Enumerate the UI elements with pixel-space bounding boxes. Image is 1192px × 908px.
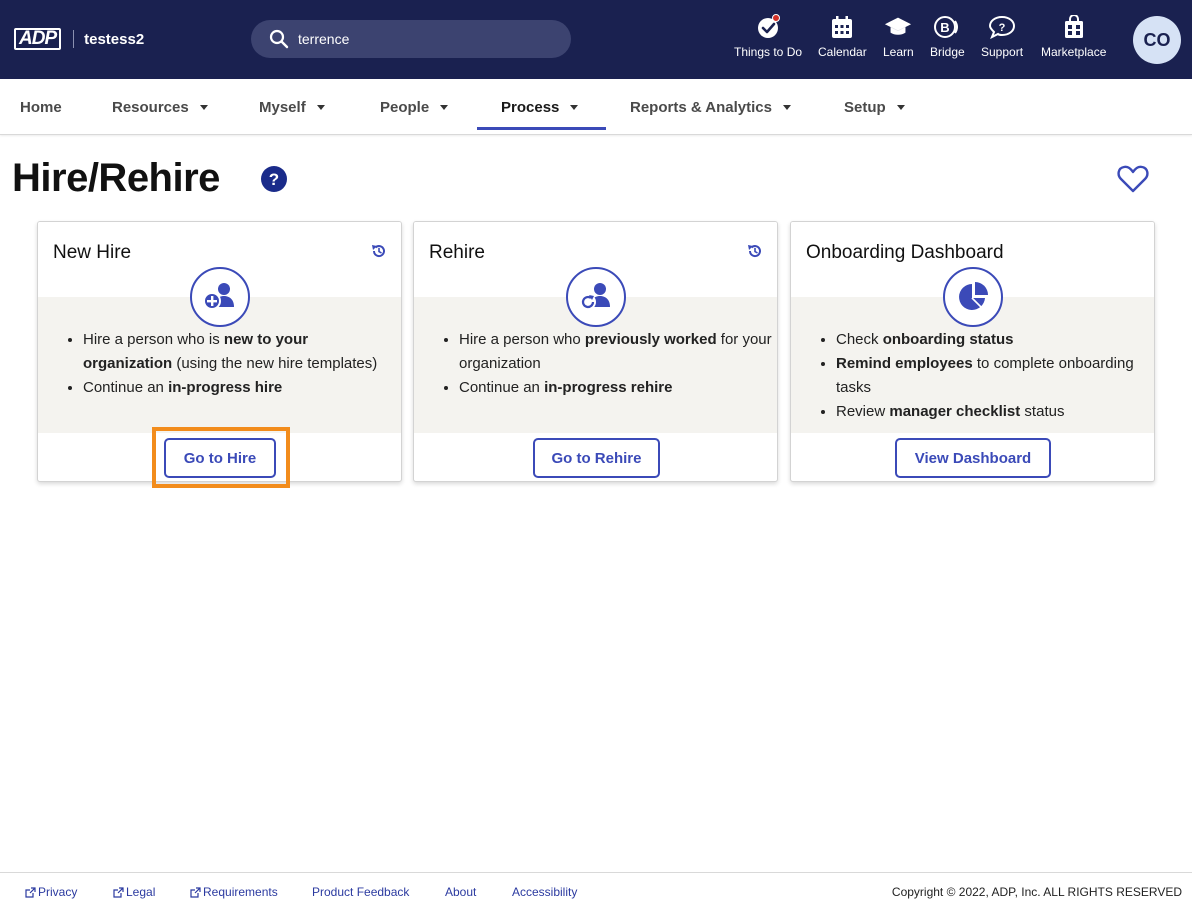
card-onboarding-dashboard: Onboarding Dashboard Check onboarding st… [790,221,1155,482]
footer-link-about[interactable]: About [445,885,476,899]
pie-chart-icon [942,267,1003,327]
tab-resources[interactable]: Resources [112,79,208,135]
caret-down-icon [199,104,208,110]
graduation-cap-icon [884,14,912,40]
card-title: Rehire [429,242,485,263]
svg-text:?: ? [269,170,279,189]
footer-link-privacy[interactable]: Privacy [25,885,77,899]
tab-label: Reports & Analytics [630,98,772,116]
tab-label: Process [501,98,560,116]
active-tab-indicator [477,127,606,130]
tab-label: Resources [112,98,189,116]
calendar-label: Calendar [818,45,867,59]
tab-label: Setup [844,98,886,116]
card-rehire: Rehire Hire a person who previously work… [413,221,778,482]
learn-label: Learn [883,45,914,59]
brand-divider [73,30,75,48]
list-item: Hire a person who previously worked for … [459,328,773,376]
go-to-rehire-button[interactable]: Go to Rehire [533,438,660,478]
svg-text:?: ? [999,22,1006,34]
bridge-icon: B [933,14,961,40]
rehire-person-icon [565,267,626,327]
highlight-box [152,427,290,488]
external-link-icon [25,886,36,898]
card-bullets: Hire a person who previously worked for … [459,328,773,400]
user-avatar[interactable]: CO [1133,16,1181,64]
caret-down-icon [316,104,325,110]
notification-dot [772,14,781,22]
things-to-do-link[interactable]: Things to Do [734,14,802,59]
tab-label: Myself [259,98,306,116]
marketplace-bag-icon [1060,14,1088,40]
svg-text:B: B [941,20,950,35]
chat-question-icon: ? [988,14,1016,40]
copyright-text: Copyright © 2022, ADP, Inc. ALL RIGHTS R… [891,885,1182,899]
list-item: Check onboarding status [836,328,1150,352]
tab-people[interactable]: People [380,79,449,135]
things-to-do-label: Things to Do [734,45,803,59]
caret-down-icon [440,104,449,110]
card-bullets: Check onboarding status Remind employees… [836,328,1150,424]
learn-link[interactable]: Learn [883,14,914,59]
history-icon[interactable] [371,243,387,259]
footer-link-legal[interactable]: Legal [113,885,155,899]
brand[interactable]: ADP testess2 [14,28,144,50]
favorite-heart-icon[interactable] [1117,164,1149,194]
tab-home[interactable]: Home [20,79,62,135]
calendar-link[interactable]: Calendar [818,14,867,59]
tab-myself[interactable]: Myself [259,79,325,135]
history-icon[interactable] [747,243,763,259]
support-label: Support [981,45,1024,59]
company-name: testess2 [84,30,145,48]
footer-link-product-feedback[interactable]: Product Feedback [312,885,409,899]
bridge-label: Bridge [930,45,965,59]
list-item: Continue an in-progress rehire [459,376,773,400]
search-bar[interactable] [251,20,571,58]
support-link[interactable]: ? Support [981,14,1023,59]
bridge-link[interactable]: B Bridge [930,14,965,59]
add-person-icon [189,267,250,327]
external-link-icon [113,886,124,898]
caret-down-icon [570,104,579,110]
marketplace-label: Marketplace [1041,45,1107,59]
check-badge-icon [754,14,782,40]
page-title: Hire/Rehire [12,156,220,200]
list-item: Hire a person who is new to your organiz… [83,328,397,376]
external-link-icon [190,886,201,898]
tab-label: People [380,98,430,116]
search-icon [269,29,289,49]
card-bullets: Hire a person who is new to your organiz… [83,328,397,400]
caret-down-icon [782,104,791,110]
list-item: Review manager checklist status [836,400,1150,424]
footer-link-accessibility[interactable]: Accessibility [512,885,577,899]
caret-down-icon [896,104,905,110]
footer-link-requirements[interactable]: Requirements [190,885,278,899]
footer: Privacy Legal Requirements Product Feedb… [0,872,1192,908]
tab-reports-analytics[interactable]: Reports & Analytics [630,79,791,135]
card-title: New Hire [53,242,132,263]
search-input[interactable] [298,31,538,47]
tab-label: Home [20,98,62,116]
help-icon[interactable]: ? [261,166,287,192]
tab-setup[interactable]: Setup [844,79,905,135]
view-dashboard-button[interactable]: View Dashboard [895,438,1051,478]
list-item: Continue an in-progress hire [83,376,397,400]
card-title: Onboarding Dashboard [806,242,1004,263]
adp-logo: ADP [14,28,62,50]
marketplace-link[interactable]: Marketplace [1041,14,1106,59]
list-item: Remind employees to complete onboarding … [836,352,1150,400]
calendar-icon [828,14,856,40]
top-header: ADP testess2 Things to Do Calendar Learn [0,0,1192,79]
